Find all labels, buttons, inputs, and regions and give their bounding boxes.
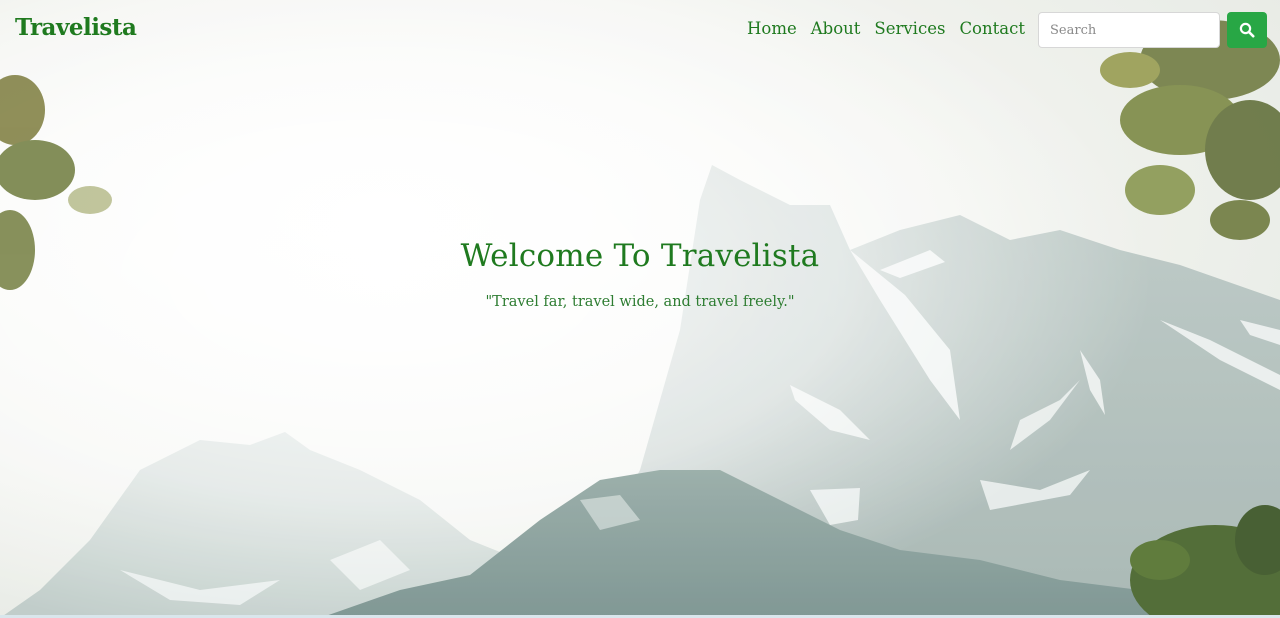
nav-link-services[interactable]: Services — [867, 17, 952, 41]
search-input[interactable] — [1038, 12, 1220, 48]
hero-title: Welcome To Travelista — [460, 238, 820, 274]
search-icon — [1239, 22, 1255, 38]
navbar: Travelista Home About Services Contact — [0, 0, 1280, 60]
search-button[interactable] — [1227, 12, 1267, 48]
nav-link-about[interactable]: About — [804, 17, 868, 41]
brand-logo[interactable]: Travelista — [15, 14, 137, 41]
hero-section: Travelista Home About Services Contact W… — [0, 0, 1280, 618]
nav-link-home[interactable]: Home — [740, 17, 804, 41]
nav-link-contact[interactable]: Contact — [952, 17, 1032, 41]
hero-text: Welcome To Travelista "Travel far, trave… — [0, 238, 1280, 310]
nav-links: Home About Services Contact — [740, 17, 1032, 41]
hero-tagline: "Travel far, travel wide, and travel fre… — [485, 294, 795, 310]
